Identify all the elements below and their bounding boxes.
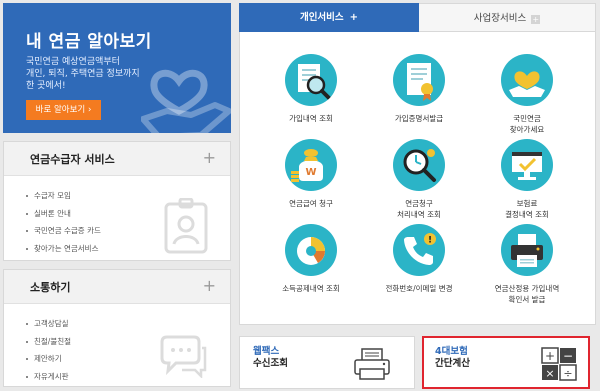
personal-service-grid: 가입내역 조회 가입증명서발급 국민연금 찾아가세요 W 연금급여 청구 연금청… (239, 32, 596, 325)
calc-title: 4대보험 (435, 346, 468, 357)
service-enrollment-inquiry[interactable]: 가입내역 조회 (256, 54, 366, 124)
tab-business-service[interactable]: 사업장서비스 + (419, 3, 596, 32)
service-premium-history[interactable]: 보험료 결정내역 조회 (472, 139, 582, 220)
service-certificate-issue[interactable]: 가입증명서발급 (364, 54, 474, 124)
bullet-icon (26, 323, 28, 325)
service-find-pension[interactable]: 국민연금 찾아가세요 (472, 54, 582, 135)
fax-machine-icon (354, 348, 390, 380)
service-claim-history[interactable]: 연금청구 처리내역 조회 (364, 139, 474, 220)
calc-subtitle: 간단계산 (435, 358, 470, 369)
webfax-subtitle: 수신조회 (253, 358, 288, 369)
heart-hands-icon (501, 54, 553, 106)
recipient-services-title: 연금수급자 서비스 (30, 153, 115, 166)
service-contact-change[interactable]: ! 전화번호/이메일 변경 (364, 224, 474, 294)
svg-text:+: + (545, 349, 555, 363)
communication-panel: 소통하기 + 고객상담실 친절/불친절 제안하기 자유게시판 (3, 269, 231, 387)
plus-icon[interactable]: + (203, 148, 216, 167)
certificate-icon (393, 54, 445, 106)
go-check-button[interactable]: 바로 알아보기 › (26, 100, 101, 120)
my-pension-banner[interactable]: 내 연금 알아보기 국민연금 예상연금액부터 개인, 퇴직, 주택연금 정보까지… (3, 3, 231, 133)
service-tabs: 개인서비스 + 사업장서비스 + (239, 3, 596, 32)
chat-bubble-icon (160, 335, 207, 378)
plus-icon[interactable]: + (203, 276, 216, 295)
webfax-title: 웹팩스 (253, 346, 280, 357)
tab-personal-service[interactable]: 개인서비스 + (239, 3, 419, 32)
pie-chart-icon (285, 224, 337, 276)
svg-text:W: W (305, 167, 316, 178)
plus-icon: + (349, 12, 359, 23)
communication-header[interactable]: 소통하기 + (4, 270, 230, 304)
magnifier-document-icon (285, 54, 337, 106)
phone-icon: ! (393, 224, 445, 276)
recipient-services-panel: 연금수급자 서비스 + 수급자 모임 실버론 안내 국민연금 수급증 카드 찾아… (3, 141, 231, 261)
list-item[interactable]: 고객상담실 (26, 318, 230, 336)
webfax-inquiry-card[interactable]: 웹팩스 수신조회 (239, 336, 415, 389)
bullet-icon (26, 358, 28, 360)
svg-text:÷: ÷ (563, 367, 572, 380)
printer-icon (501, 224, 553, 276)
search-clock-icon (393, 139, 445, 191)
service-calc-certificate[interactable]: 연금산정용 가입내역 확인서 발급 (472, 224, 582, 305)
bullet-icon (26, 247, 28, 250)
svg-text:×: × (545, 367, 554, 380)
recipient-services-header[interactable]: 연금수급자 서비스 + (4, 142, 230, 176)
svg-text:!: ! (428, 236, 432, 246)
bullet-icon (26, 375, 28, 378)
bullet-icon (26, 340, 28, 343)
bullet-icon (26, 195, 28, 197)
bullet-icon (26, 230, 28, 232)
heart-hand-icon (141, 69, 231, 133)
bullet-icon (26, 212, 28, 215)
money-bag-icon: W (285, 139, 337, 191)
service-benefit-claim[interactable]: W 연금급여 청구 (256, 139, 366, 209)
communication-title: 소통하기 (30, 281, 71, 294)
social-insurance-calc-card[interactable]: 4대보험 간단계산 + − × ÷ (422, 336, 590, 389)
banner-title: 내 연금 알아보기 (26, 32, 152, 52)
monitor-check-icon (501, 139, 553, 191)
service-tax-deduction[interactable]: 소득공제내역 조회 (256, 224, 366, 294)
calculator-icon: + − × ÷ (541, 347, 577, 381)
id-card-icon (164, 198, 208, 254)
svg-text:−: − (563, 349, 573, 363)
plus-box-icon: + (531, 15, 541, 24)
